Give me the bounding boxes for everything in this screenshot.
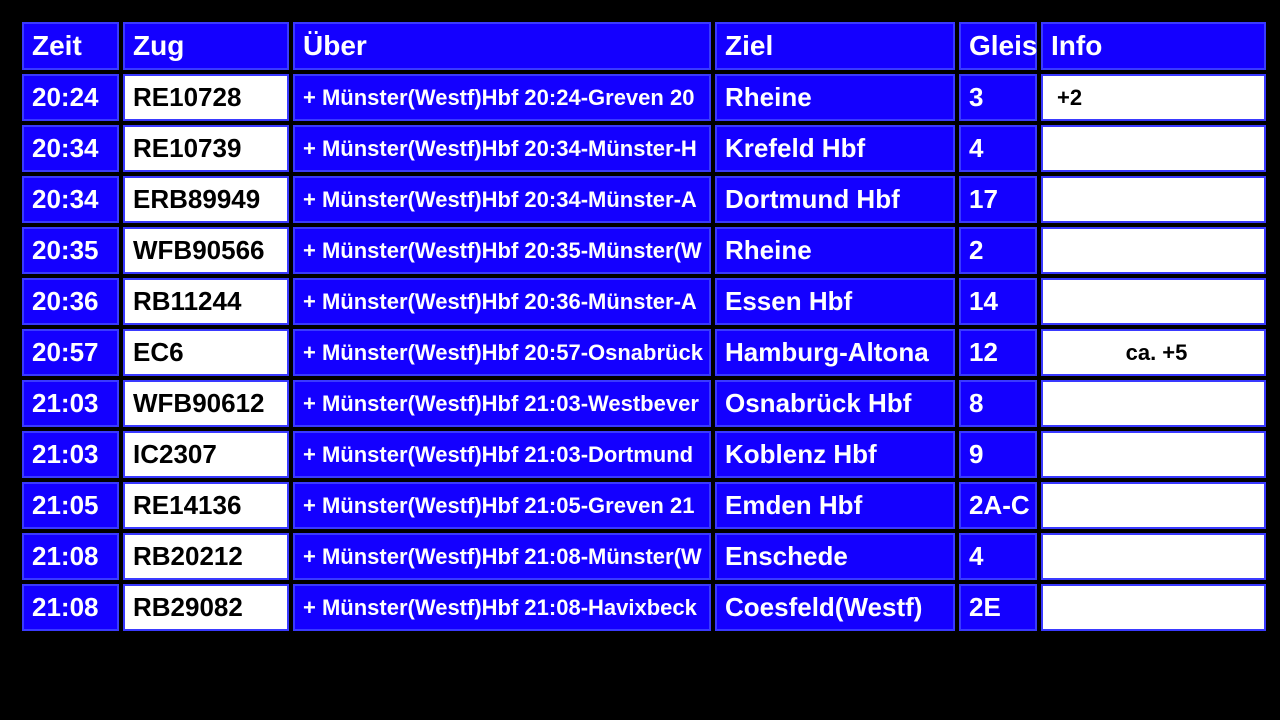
cell-zeit: 21:03 [22,380,119,427]
cell-zeit: 20:34 [22,125,119,172]
table-row: 20:34RE10739+ Münster(Westf)Hbf 20:34-Mü… [22,125,1266,172]
cell-ueber: + Münster(Westf)Hbf 21:03-Westbever [293,380,711,427]
cell-ueber: + Münster(Westf)Hbf 20:34-Münster-A [293,176,711,223]
cell-zeit: 20:36 [22,278,119,325]
table-row: 21:03WFB90612+ Münster(Westf)Hbf 21:03-W… [22,380,1266,427]
cell-info [1041,584,1266,631]
cell-info [1041,431,1266,478]
cell-info [1041,533,1266,580]
table-row: 21:05RE14136+ Münster(Westf)Hbf 21:05-Gr… [22,482,1266,529]
cell-ziel: Rheine [715,227,955,274]
cell-gleis: 8 [959,380,1037,427]
cell-info: ca. +5 [1041,329,1266,376]
cell-ueber: + Münster(Westf)Hbf 20:57-Osnabrück [293,329,711,376]
cell-ueber: + Münster(Westf)Hbf 20:35-Münster(W [293,227,711,274]
cell-zeit: 20:34 [22,176,119,223]
col-zug: Zug [123,22,289,70]
cell-zug: RB20212 [123,533,289,580]
cell-ueber: + Münster(Westf)Hbf 20:34-Münster-H [293,125,711,172]
cell-zug: RE10728 [123,74,289,121]
departure-table: Zeit Zug Über Ziel Gleis Info 20:24RE107… [18,18,1270,635]
cell-zug: EC6 [123,329,289,376]
table-header-row: Zeit Zug Über Ziel Gleis Info [22,22,1266,70]
table-row: 21:08RB29082+ Münster(Westf)Hbf 21:08-Ha… [22,584,1266,631]
cell-zug: RE10739 [123,125,289,172]
cell-info: +2 [1041,74,1266,121]
cell-ziel: Rheine [715,74,955,121]
table-row: 20:34ERB89949+ Münster(Westf)Hbf 20:34-M… [22,176,1266,223]
cell-ziel: Hamburg-Altona [715,329,955,376]
cell-ueber: + Münster(Westf)Hbf 21:03-Dortmund [293,431,711,478]
cell-ziel: Essen Hbf [715,278,955,325]
table-row: 20:57EC6+ Münster(Westf)Hbf 20:57-Osnabr… [22,329,1266,376]
cell-info [1041,482,1266,529]
cell-info [1041,125,1266,172]
cell-gleis: 3 [959,74,1037,121]
cell-zug: IC2307 [123,431,289,478]
cell-zug: WFB90566 [123,227,289,274]
cell-zug: ERB89949 [123,176,289,223]
cell-ueber: + Münster(Westf)Hbf 21:05-Greven 21 [293,482,711,529]
cell-info [1041,278,1266,325]
cell-info [1041,380,1266,427]
cell-ziel: Coesfeld(Westf) [715,584,955,631]
cell-zug: WFB90612 [123,380,289,427]
col-ziel: Ziel [715,22,955,70]
cell-gleis: 17 [959,176,1037,223]
cell-zeit: 20:35 [22,227,119,274]
cell-gleis: 9 [959,431,1037,478]
table-row: 20:35WFB90566+ Münster(Westf)Hbf 20:35-M… [22,227,1266,274]
cell-gleis: 2E [959,584,1037,631]
cell-zeit: 21:08 [22,584,119,631]
cell-zug: RE14136 [123,482,289,529]
cell-zeit: 21:05 [22,482,119,529]
cell-zeit: 21:08 [22,533,119,580]
cell-zeit: 20:24 [22,74,119,121]
departure-board: Zeit Zug Über Ziel Gleis Info 20:24RE107… [0,0,1280,635]
cell-zug: RB29082 [123,584,289,631]
cell-ziel: Osnabrück Hbf [715,380,955,427]
cell-ziel: Krefeld Hbf [715,125,955,172]
cell-gleis: 4 [959,125,1037,172]
cell-gleis: 12 [959,329,1037,376]
col-gleis: Gleis [959,22,1037,70]
cell-ziel: Koblenz Hbf [715,431,955,478]
col-ueber: Über [293,22,711,70]
cell-gleis: 2A-C [959,482,1037,529]
cell-ziel: Emden Hbf [715,482,955,529]
cell-ueber: + Münster(Westf)Hbf 20:24-Greven 20 [293,74,711,121]
cell-ziel: Enschede [715,533,955,580]
cell-gleis: 2 [959,227,1037,274]
cell-ueber: + Münster(Westf)Hbf 20:36-Münster-A [293,278,711,325]
table-row: 21:03IC2307+ Münster(Westf)Hbf 21:03-Dor… [22,431,1266,478]
cell-gleis: 14 [959,278,1037,325]
cell-zug: RB11244 [123,278,289,325]
cell-ziel: Dortmund Hbf [715,176,955,223]
table-row: 20:36RB11244+ Münster(Westf)Hbf 20:36-Mü… [22,278,1266,325]
cell-info [1041,227,1266,274]
cell-info [1041,176,1266,223]
col-info: Info [1041,22,1266,70]
col-zeit: Zeit [22,22,119,70]
table-row: 20:24RE10728+ Münster(Westf)Hbf 20:24-Gr… [22,74,1266,121]
cell-ueber: + Münster(Westf)Hbf 21:08-Havixbeck [293,584,711,631]
cell-zeit: 20:57 [22,329,119,376]
cell-ueber: + Münster(Westf)Hbf 21:08-Münster(W [293,533,711,580]
cell-zeit: 21:03 [22,431,119,478]
table-row: 21:08RB20212+ Münster(Westf)Hbf 21:08-Mü… [22,533,1266,580]
cell-gleis: 4 [959,533,1037,580]
